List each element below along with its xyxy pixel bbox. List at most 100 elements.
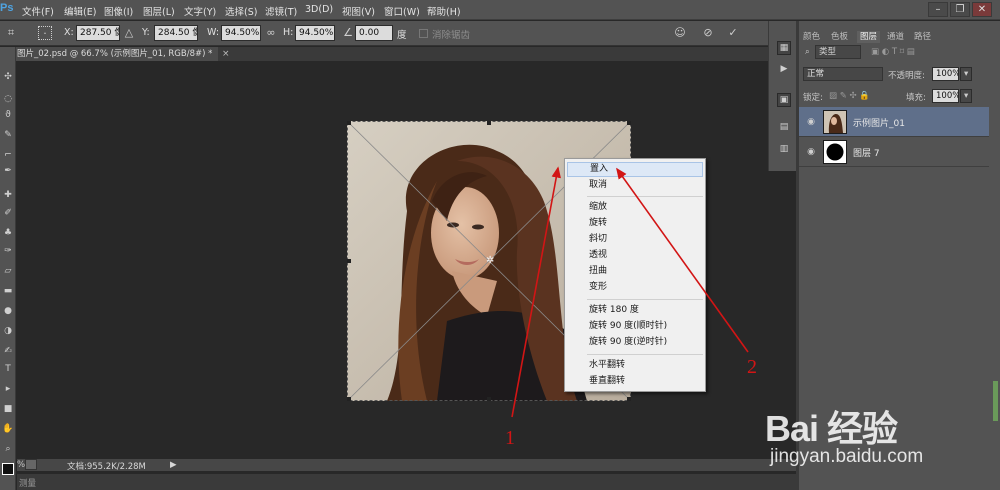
stamp-tool-icon[interactable]: ♣	[2, 227, 14, 239]
lock-icons[interactable]: ▨ ✎ ✣ 🔒	[829, 91, 870, 101]
dodge-tool-icon[interactable]: ◑	[2, 325, 14, 337]
menu-view[interactable]: 视图(V)	[342, 4, 375, 18]
menu-item-flip-vertical[interactable]: 垂直翻转	[567, 374, 703, 389]
layer-name[interactable]: 图层 7	[853, 146, 880, 159]
menu-type[interactable]: 文字(Y)	[184, 4, 216, 18]
menu-item-flip-horizontal[interactable]: 水平翻转	[567, 358, 703, 373]
layer-row[interactable]: ◉ 图层 7	[799, 137, 989, 167]
eraser-tool-icon[interactable]: ▱	[2, 265, 14, 277]
angle-field[interactable]: 0.00	[355, 25, 393, 41]
visibility-eye-icon[interactable]: ◉	[805, 116, 817, 128]
menu-select[interactable]: 选择(S)	[225, 4, 257, 18]
menu-item-skew[interactable]: 斜切	[567, 232, 703, 247]
height-field[interactable]: 94.50%	[295, 25, 335, 41]
move-tool-icon[interactable]: ✣	[2, 71, 14, 83]
menu-image[interactable]: 图像(I)	[104, 4, 133, 18]
close-button[interactable]: ✕	[972, 2, 992, 17]
menu-item-distort[interactable]: 扭曲	[567, 264, 703, 279]
shape-tool-icon[interactable]: ■	[2, 403, 14, 415]
marquee-tool-icon[interactable]: ◌	[2, 93, 14, 105]
menu-separator	[587, 196, 703, 197]
width-field[interactable]: 94.50%	[221, 25, 261, 41]
menu-item-cancel[interactable]: 取消	[567, 178, 703, 193]
lasso-tool-icon[interactable]: ϑ	[2, 109, 14, 121]
relative-position-icon[interactable]: △	[122, 26, 136, 40]
transform-tool-icon[interactable]: ⌗	[4, 26, 18, 40]
menu-item-rotate[interactable]: 旋转	[567, 216, 703, 231]
properties-panel-icon[interactable]: ▤	[777, 121, 791, 135]
status-icon[interactable]	[25, 459, 37, 470]
antialias-checkbox[interactable]	[419, 29, 428, 38]
menu-file[interactable]: 文件(F)	[22, 4, 54, 18]
kind-filter-select[interactable]: 类型	[815, 45, 861, 59]
x-label: X:	[64, 27, 74, 38]
foreground-color-swatch[interactable]	[2, 463, 14, 475]
commit-transform-icon[interactable]: ✓	[726, 26, 740, 40]
lock-label: 锁定:	[803, 93, 823, 103]
history-brush-tool-icon[interactable]: ✑	[2, 245, 14, 257]
collapsed-panel-dock: ▦ ▶ ▣ ▤ ▥	[768, 21, 796, 171]
warp-icon[interactable]: ☺	[673, 26, 687, 40]
layer-name[interactable]: 示例图片_01	[853, 116, 905, 129]
pen-tool-icon[interactable]: ✍	[2, 345, 14, 357]
menu-item-rotate-90-cw[interactable]: 旋转 90 度(顺时针)	[567, 319, 703, 334]
menu-layer[interactable]: 图层(L)	[143, 4, 175, 18]
zoom-level-text[interactable]: %	[17, 460, 25, 470]
menu-3d[interactable]: 3D(D)	[305, 4, 333, 15]
gradient-tool-icon[interactable]: ▬	[2, 285, 14, 297]
type-tool-icon[interactable]: T	[2, 363, 14, 375]
opacity-label: 不透明度:	[888, 71, 925, 81]
history-panel-icon[interactable]: ▦	[777, 41, 791, 55]
notes-panel-icon[interactable]: ▥	[777, 143, 791, 157]
restore-button[interactable]: ❐	[950, 2, 970, 17]
menu-item-warp[interactable]: 变形	[567, 280, 703, 295]
tab-layers[interactable]: 图层	[857, 31, 881, 43]
tab-paths[interactable]: 路径	[914, 31, 931, 43]
actions-panel-icon[interactable]: ▶	[777, 63, 791, 77]
link-icon[interactable]: ∞	[264, 26, 278, 40]
eyedropper-tool-icon[interactable]: ✒	[2, 165, 14, 177]
status-menu-arrow-icon[interactable]: ▶	[170, 460, 177, 470]
svg-text:✲: ✲	[486, 255, 494, 266]
crop-tool-icon[interactable]: ⌐	[2, 149, 14, 161]
document-tab[interactable]: 图片_02.psd @ 66.7% (示例图片_01, RGB/8#) *	[16, 47, 218, 61]
menu-bar: Ps 文件(F) 编辑(E) 图像(I) 图层(L) 文字(Y) 选择(S) 滤…	[0, 0, 1000, 20]
fill-field[interactable]: 100%	[932, 89, 959, 103]
menu-help[interactable]: 帮助(H)	[427, 4, 461, 18]
opacity-dropdown-icon[interactable]: ▾	[960, 67, 972, 81]
tab-color[interactable]: 颜色	[803, 31, 820, 43]
filter-icons[interactable]: ▣ ◐ T ⌑ ▤	[871, 47, 915, 57]
healing-tool-icon[interactable]: ✚	[2, 189, 14, 201]
brush-tool-icon[interactable]: ✐	[2, 207, 14, 219]
angle-icon: ∠	[343, 26, 353, 39]
blur-tool-icon[interactable]: ●	[2, 305, 14, 317]
minimize-button[interactable]: –	[928, 2, 948, 17]
close-tab-icon[interactable]: ×	[222, 47, 230, 61]
menu-item-scale[interactable]: 缩放	[567, 200, 703, 215]
menu-item-rotate-90-ccw[interactable]: 旋转 90 度(逆时针)	[567, 335, 703, 350]
opacity-field[interactable]: 100%	[932, 67, 959, 81]
bottom-tab-label[interactable]: 测量	[19, 477, 36, 489]
menu-window[interactable]: 窗口(W)	[384, 4, 420, 18]
menu-edit[interactable]: 编辑(E)	[64, 4, 96, 18]
quick-select-tool-icon[interactable]: ✎	[2, 129, 14, 141]
menu-filter[interactable]: 滤镜(T)	[265, 4, 297, 18]
hand-tool-icon[interactable]: ✋	[2, 423, 14, 435]
tab-channels[interactable]: 通道	[887, 31, 904, 43]
fill-dropdown-icon[interactable]: ▾	[960, 89, 972, 103]
menu-item-rotate-180[interactable]: 旋转 180 度	[567, 303, 703, 318]
reference-point-icon[interactable]: ·	[38, 26, 52, 40]
cancel-transform-icon[interactable]: ⊘	[701, 26, 715, 40]
path-select-tool-icon[interactable]: ▸	[2, 383, 14, 395]
layer-row[interactable]: ◉ 示例图片_01	[799, 107, 989, 137]
tab-swatches[interactable]: 色板	[831, 31, 848, 43]
visibility-eye-icon[interactable]: ◉	[805, 146, 817, 158]
adjustments-panel-icon[interactable]: ▣	[777, 93, 791, 107]
blend-mode-select[interactable]: 正常	[803, 67, 883, 81]
menu-item-perspective[interactable]: 透视	[567, 248, 703, 263]
zoom-tool-icon[interactable]: ⌕	[2, 443, 14, 455]
layer-thumbnail	[823, 110, 847, 134]
menu-item-place[interactable]: 置入	[567, 162, 703, 177]
x-field[interactable]: 287.50 像	[76, 25, 120, 41]
y-field[interactable]: 284.50 像	[154, 25, 198, 41]
